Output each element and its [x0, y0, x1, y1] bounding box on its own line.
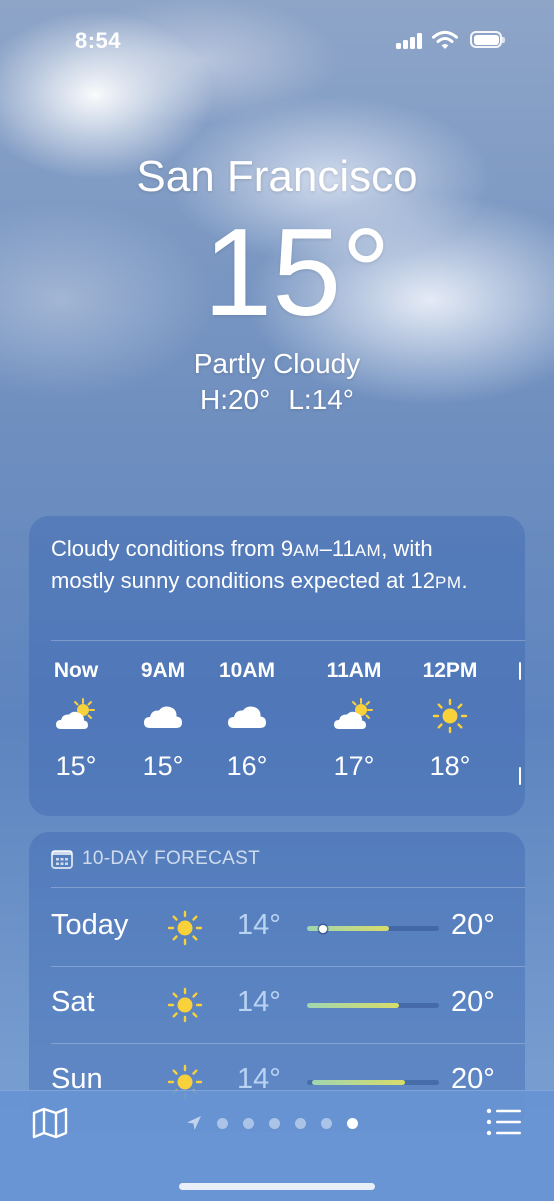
hour-item: 12PM 18°	[410, 656, 490, 786]
page-dot[interactable]	[243, 1117, 254, 1129]
partly-cloudy-icon	[334, 698, 373, 729]
temp-range-bar	[307, 1003, 439, 1008]
hour-label: 9AM	[140, 659, 186, 682]
hour-label: 10AM	[218, 659, 276, 682]
divider	[51, 640, 525, 641]
battery-icon	[470, 31, 505, 48]
forecast-header-label: 10-DAY FORECAST	[82, 848, 261, 869]
hour-temp: 15°	[55, 751, 97, 781]
next-hour-peek	[519, 662, 521, 680]
bottom-toolbar	[0, 1090, 554, 1201]
hour-temp: 17°	[333, 751, 375, 781]
next-hour-peek	[519, 767, 521, 785]
page-dot[interactable]	[269, 1117, 280, 1129]
hourly-forecast-card[interactable]: Cloudy conditions from 9AM–11AM, with mo…	[29, 516, 525, 816]
list-icon[interactable]	[486, 1107, 522, 1137]
forecast-summary: Cloudy conditions from 9AM–11AM, with mo…	[51, 536, 468, 593]
temp-range-bar	[307, 924, 439, 933]
temp-range-fill	[312, 1080, 405, 1085]
day-low: 14°	[237, 909, 281, 941]
day-high: 20°	[451, 986, 495, 1018]
hour-label: 12PM	[422, 659, 478, 682]
page-dot[interactable]	[321, 1117, 332, 1129]
hour-item: 10AM 16°	[207, 656, 287, 786]
page-dot-active[interactable]	[347, 1117, 358, 1129]
temp-range-fill	[307, 1003, 400, 1008]
day-name: Sat	[51, 986, 95, 1018]
high-temp: H:20°	[199, 384, 271, 415]
low-temp: L:14°	[288, 384, 355, 415]
current-condition: Partly Cloudy	[193, 348, 361, 379]
high-low: H:20° L:14°	[0, 384, 554, 416]
forecast-row[interactable]: Sat 14° 20°	[29, 966, 525, 1043]
sun-icon	[167, 910, 203, 946]
location-arrow-icon	[187, 1116, 201, 1130]
hour-temp: 18°	[429, 751, 471, 781]
day-name: Today	[51, 909, 129, 941]
cellular-signal-icon	[396, 33, 424, 49]
hour-item: 11AM 17°	[314, 656, 394, 786]
hour-label: Now	[53, 659, 99, 682]
hour-temp: 15°	[142, 751, 184, 781]
hour-item: 9AM 15°	[123, 656, 203, 786]
cloud-icon	[228, 706, 266, 728]
page-dot[interactable]	[217, 1117, 228, 1129]
current-temperature: 15°	[203, 204, 391, 342]
status-time: 8:54	[75, 28, 122, 53]
forecast-header: 10-DAY FORECAST	[51, 848, 260, 870]
hour-temp: 16°	[226, 751, 268, 781]
divider	[51, 887, 525, 888]
home-indicator	[179, 1183, 375, 1190]
hourly-strip[interactable]: Now 15° 9AM 15° 10AM 16° 11AM 17° 12PM 1…	[29, 656, 525, 806]
page-indicator[interactable]	[186, 1115, 358, 1131]
city-name: San Francisco	[136, 152, 418, 201]
wifi-icon	[432, 30, 458, 49]
sun-icon	[432, 698, 468, 734]
current-temp-dot	[318, 924, 327, 933]
day-low: 14°	[237, 986, 281, 1018]
daily-forecast-card[interactable]: 10-DAY FORECAST Today 14° 20° Sat 14° 20…	[29, 832, 525, 1132]
sun-icon	[167, 987, 203, 1023]
status-bar: 8:54	[0, 0, 554, 80]
hour-label: 11AM	[326, 659, 382, 682]
forecast-row[interactable]: Today 14° 20°	[29, 889, 525, 966]
temp-range-bar	[307, 1080, 439, 1085]
hour-item: Now 15°	[36, 656, 116, 786]
calendar-icon	[51, 850, 73, 869]
day-high: 20°	[451, 909, 495, 941]
partly-cloudy-icon	[56, 698, 95, 729]
map-icon[interactable]	[32, 1107, 68, 1139]
page-dot[interactable]	[295, 1117, 306, 1129]
cloud-icon	[144, 706, 182, 728]
